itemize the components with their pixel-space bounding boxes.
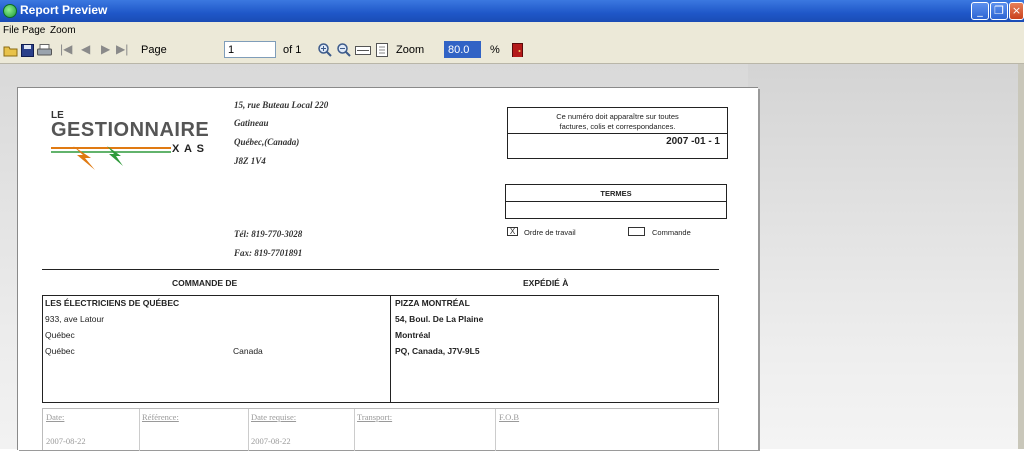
fit-width-icon[interactable] (355, 44, 371, 58)
ship-to-header: EXPÉDIÉ À (523, 278, 569, 288)
title-bar: Report Preview _ ❐ × (0, 0, 1024, 22)
minimize-icon[interactable]: _ (971, 2, 989, 20)
window-title: Report Preview (20, 3, 108, 17)
open-folder-icon[interactable] (3, 44, 18, 58)
zoom-in-icon[interactable] (318, 43, 332, 57)
menu-page[interactable]: Page (22, 25, 45, 36)
header-divider (42, 269, 719, 270)
menu-bar: File Page Zoom (0, 22, 1024, 39)
order-from-country: Canada (233, 346, 263, 356)
purchase-order-label: Commande (652, 228, 691, 237)
zoom-input[interactable] (444, 41, 481, 58)
fob-header: F.O.B (499, 412, 520, 422)
addresses-box: LES ÉLECTRICIENS DE QUÉBEC 933, ave Lato… (42, 295, 719, 403)
ship-to-city: Montréal (395, 330, 431, 340)
terms-title: TERMES (600, 189, 632, 198)
order-from-header: COMMANDE DE (172, 278, 238, 288)
required-date-value: 2007-08-22 (251, 436, 291, 446)
reference-header: Référence: (142, 412, 179, 422)
logo-xas: X A S (172, 143, 205, 155)
app-icon (3, 4, 17, 18)
page-label: Page (141, 44, 167, 56)
report-page: LE GESTIONNAIRE X A S 15, rue Buteau Loc… (17, 87, 758, 451)
first-page-icon[interactable]: |◀ (60, 42, 72, 56)
order-from-street: 933, ave Latour (45, 314, 105, 324)
ship-to-name: PIZZA MONTRÉAL (395, 298, 470, 308)
preview-background (748, 64, 1024, 449)
order-number: 2007 -01 - 1 (666, 136, 720, 147)
logo-name: GESTIONNAIRE (51, 119, 210, 141)
close-icon[interactable]: × (1009, 2, 1024, 20)
last-page-icon[interactable]: ▶| (116, 42, 128, 56)
date-value: 2007-08-22 (46, 436, 86, 446)
notice-line1: Ce numéro doit apparaître sur toutes (556, 112, 679, 121)
page-count-label: of 1 (283, 44, 302, 56)
previous-page-icon[interactable]: ◀ (81, 42, 90, 56)
company-logo: LE GESTIONNAIRE X A S (51, 110, 226, 180)
next-page-icon[interactable]: ▶ (101, 42, 110, 56)
order-number-box: Ce numéro doit apparaître sur toutes fac… (507, 107, 728, 159)
terms-box: TERMES (505, 184, 727, 219)
save-icon[interactable] (21, 44, 34, 58)
exit-door-icon[interactable] (512, 43, 523, 57)
address-line2: Gatineau (234, 118, 269, 128)
work-order-label: Ordre de travail (524, 228, 576, 237)
maximize-icon[interactable]: ❐ (990, 2, 1008, 20)
vertical-scrollbar[interactable] (1018, 64, 1024, 449)
order-from-province: Québec (45, 346, 75, 356)
purchase-order-checkbox[interactable] (628, 227, 645, 236)
page-number-input[interactable] (224, 41, 276, 58)
menu-file[interactable]: File (3, 25, 19, 36)
whole-page-icon[interactable] (376, 43, 388, 57)
zoom-out-icon[interactable] (337, 43, 351, 57)
menu-zoom[interactable]: Zoom (50, 25, 76, 36)
toolbar: |◀ ◀ ▶ ▶| Page of 1 Zoom % (0, 39, 1024, 64)
address-line1: 15, rue Buteau Local 220 (234, 100, 329, 110)
fax: Fax: 819-7701891 (234, 248, 303, 258)
notice-line2: factures, colis et correspondances. (559, 122, 676, 131)
address-line3: Québec,(Canada) (234, 137, 300, 147)
ship-to-street: 54, Boul. De La Plaine (395, 314, 484, 324)
telephone: Tél: 819-770-3028 (234, 229, 303, 239)
required-date-header: Date requise: (251, 412, 297, 422)
address-line4: J8Z 1V4 (234, 156, 266, 166)
percent-label: % (490, 44, 500, 56)
order-from-name: LES ÉLECTRICIENS DE QUÉBEC (45, 298, 180, 308)
zoom-label: Zoom (396, 44, 425, 56)
order-from-city: Québec (45, 330, 75, 340)
print-icon[interactable] (37, 44, 52, 58)
work-order-checkbox[interactable]: X (507, 227, 518, 236)
date-header: Date: (46, 412, 65, 422)
lightning-icon (51, 146, 171, 170)
ship-to-region: PQ, Canada, J7V-9L5 (395, 346, 480, 356)
transport-header: Transport: (357, 412, 393, 422)
info-row: Date: Référence: Date requise: Transport… (42, 408, 719, 451)
